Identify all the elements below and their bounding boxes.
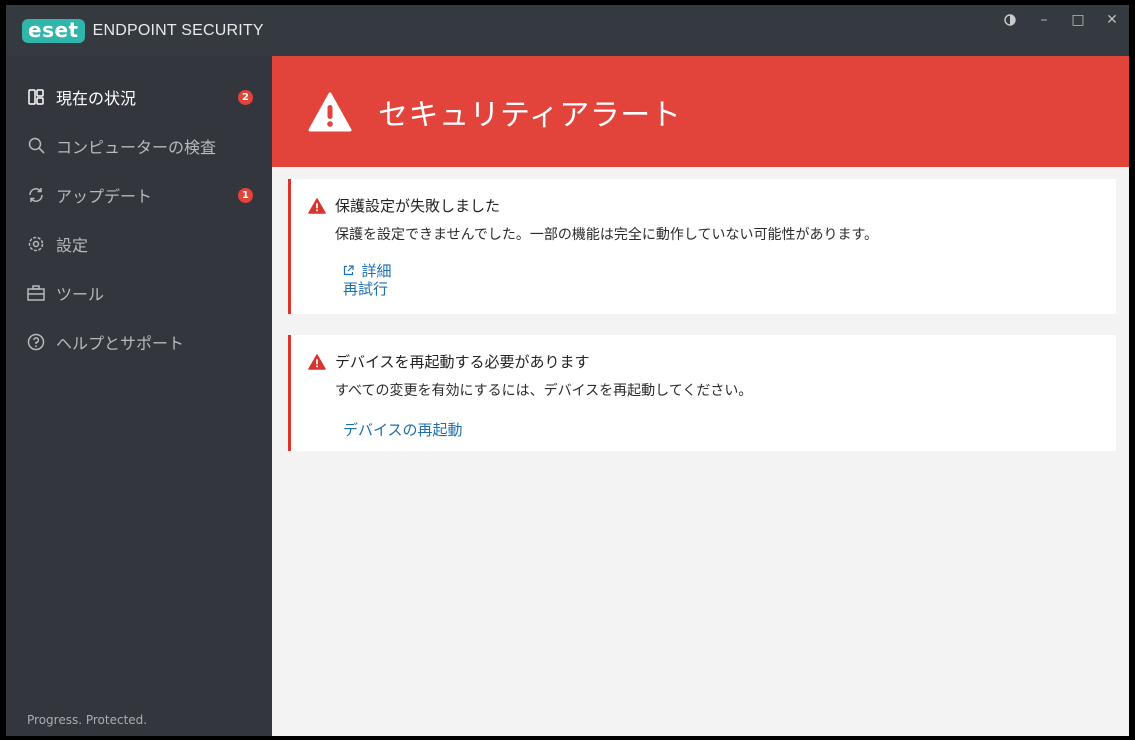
warning-icon [308, 92, 352, 131]
alert-description: 保護を設定できませんでした。一部の機能は完全に動作していない可能性があります。 [335, 227, 879, 243]
sidebar-item-label: 現在の状況 [56, 88, 137, 108]
alert-description: すべての変更を有効にするには、デバイスを再起動してください。 [335, 383, 753, 399]
theme-toggle-button[interactable] [993, 5, 1027, 35]
sidebar-item-label: ヘルプとサポート [56, 333, 185, 353]
restart-device-link[interactable]: デバイスの再起動 [343, 419, 463, 440]
gear-icon [26, 234, 46, 254]
sidebar-item-tools[interactable]: ツール [6, 268, 272, 317]
half-circle-icon [1004, 14, 1016, 26]
sidebar-footer-tagline: Progress. Protected. [27, 713, 148, 727]
sidebar-item-help[interactable]: ヘルプとサポート [6, 317, 272, 366]
alert-banner: セキュリティアラート [272, 56, 1129, 167]
alert-card: デバイスを再起動する必要があります すべての変更を有効にするには、デバイスを再起… [288, 335, 1116, 451]
briefcase-icon [26, 283, 46, 303]
app-window: eset ENDPOINT SECURITY – □ ✕ 現在の状況 2 コンピ… [6, 5, 1129, 736]
close-button[interactable]: ✕ [1095, 5, 1129, 35]
eset-logo: eset ENDPOINT SECURITY [22, 18, 264, 44]
title-bar: eset ENDPOINT SECURITY – □ ✕ [6, 5, 1129, 56]
dashboard-icon [26, 87, 46, 107]
sidebar-item-status[interactable]: 現在の状況 2 [6, 72, 272, 121]
warning-icon [308, 354, 326, 370]
alert-title: デバイスを再起動する必要があります [335, 353, 590, 371]
main-content: セキュリティアラート 保護設定が失敗しました 保護を設定できませんでした。一部の… [272, 56, 1129, 736]
app-title: ENDPOINT SECURITY [92, 21, 264, 39]
warning-icon [308, 198, 326, 214]
sidebar-item-settings[interactable]: 設定 [6, 219, 272, 268]
minimize-button[interactable]: – [1027, 5, 1061, 35]
maximize-button[interactable]: □ [1061, 5, 1095, 35]
window-controls: – □ ✕ [993, 5, 1129, 35]
sidebar-item-label: 設定 [56, 235, 89, 255]
help-icon [26, 332, 46, 352]
notification-badge: 2 [238, 90, 253, 105]
refresh-icon [26, 185, 46, 205]
alert-title: 保護設定が失敗しました [335, 197, 501, 215]
sidebar-item-label: アップデート [56, 186, 153, 206]
sidebar-item-update[interactable]: アップデート 1 [6, 170, 272, 219]
sidebar: 現在の状況 2 コンピューターの検査 アップデート 1 設定 ツール ヘルプとサ… [6, 56, 272, 736]
retry-link[interactable]: 再試行 [343, 278, 388, 299]
alert-card: 保護設定が失敗しました 保護を設定できませんでした。一部の機能は完全に動作してい… [288, 179, 1116, 314]
sidebar-item-label: ツール [56, 284, 105, 304]
sidebar-item-scan[interactable]: コンピューターの検査 [6, 121, 272, 170]
logo-mark: eset [22, 18, 85, 43]
search-icon [26, 136, 46, 156]
page-title: セキュリティアラート [378, 97, 682, 133]
notification-badge: 1 [238, 188, 253, 203]
sidebar-item-label: コンピューターの検査 [56, 137, 217, 157]
